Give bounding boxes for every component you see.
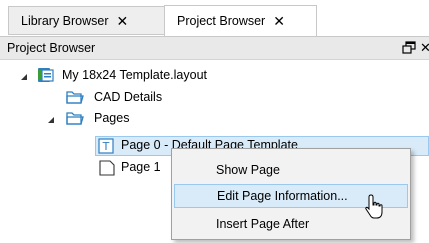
close-icon[interactable]: ✕ [420, 40, 429, 56]
panel-title: Project Browser [7, 41, 96, 55]
menu-item-label: Insert Page After [216, 217, 310, 231]
menu-item-show-page[interactable]: Show Page [174, 158, 408, 182]
tab-label: Project Browser [177, 14, 266, 28]
menu-item-label: Edit Page Information... [217, 189, 348, 203]
expanded-triangle-icon[interactable] [20, 73, 28, 81]
page-icon [99, 160, 115, 176]
tree-item-pages[interactable]: Pages [94, 111, 129, 125]
folder-icon [66, 91, 84, 104]
tab-library-browser[interactable]: Library Browser ✕ [8, 6, 165, 35]
close-icon[interactable]: ✕ [117, 14, 129, 28]
tab-strip: Library Browser ✕ Project Browser ✕ [0, 0, 429, 36]
page-template-icon: T [98, 138, 114, 154]
tree-item-root[interactable]: My 18x24 Template.layout [62, 68, 207, 82]
menu-item-label: Show Page [216, 163, 280, 177]
panel-header: Project Browser ✕ [0, 36, 429, 60]
expanded-triangle-icon[interactable] [47, 116, 55, 124]
tab-label: Library Browser [21, 13, 109, 28]
svg-text:T: T [102, 140, 110, 153]
tab-project-browser[interactable]: Project Browser ✕ [164, 5, 317, 36]
layout-file-icon [38, 68, 54, 82]
close-icon[interactable]: ✕ [273, 14, 285, 28]
float-window-icon[interactable] [402, 41, 416, 55]
tree-item-page-1[interactable]: Page 1 [121, 160, 161, 174]
tree-item-cad-details[interactable]: CAD Details [94, 90, 162, 104]
folder-icon [66, 112, 84, 125]
mouse-cursor-icon [365, 194, 383, 219]
